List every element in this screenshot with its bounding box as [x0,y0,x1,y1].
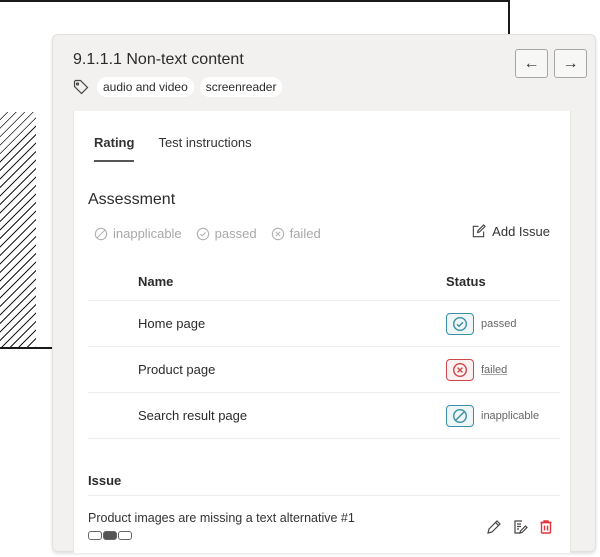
criterion-panel: 9.1.1.1 Non-text content audio and video… [52,34,596,553]
severity-segment [118,531,132,540]
option-failed[interactable]: failed [271,226,321,241]
page-name: Search result page [138,408,248,423]
issue-actions [486,519,554,535]
assessment-title: Assessment [88,191,176,208]
tab-rating[interactable]: Rating [94,135,135,162]
option-label: inapplicable [113,226,182,241]
add-issue-button[interactable]: Add Issue [471,224,550,239]
issue-item: Product images are missing a text altern… [88,511,560,540]
table-row: Product page failed [88,347,560,393]
status-cell: failed [446,358,507,381]
tab-test-instructions[interactable]: Test instructions [158,135,251,162]
option-label: failed [289,226,321,241]
table-row: Search result page inapplicable [88,393,560,439]
page-name: Home page [138,316,206,331]
option-inapplicable[interactable]: inapplicable [94,226,182,241]
background-hatch-pattern [0,112,36,349]
option-label: passed [214,226,257,241]
table-header: Name Status [88,263,560,301]
status-label: inapplicable [481,409,540,422]
tag-chip[interactable]: screenreader [199,77,283,97]
assessment-options: inapplicable passed failed [94,226,321,241]
status-toggle-button[interactable] [446,312,474,335]
status-toggle-button[interactable] [446,358,474,381]
slash-circle-icon [452,408,468,423]
severity-segment-active [103,531,117,540]
tag-chip[interactable]: audio and video [97,77,194,97]
rating-card: Rating Test instructions Assessment inap… [73,111,571,553]
severity-segment [88,531,102,540]
status-cell: inapplicable [446,404,540,427]
column-header-status: Status [446,274,486,289]
x-circle-icon [271,227,284,240]
check-circle-icon [196,227,209,240]
status-label: passed [481,317,517,330]
table-row: Home page passed [88,301,560,347]
tag-list: audio and video screenreader [73,77,283,97]
option-passed[interactable]: passed [196,226,257,241]
next-button[interactable]: → [554,49,587,78]
check-circle-icon [452,316,468,331]
previous-button[interactable]: ← [515,49,548,78]
criterion-navigation: ← → [515,49,587,78]
issue-section-title: Issue [88,473,560,496]
edit-square-icon [472,224,487,238]
status-label[interactable]: failed [481,364,507,376]
edit-document-icon[interactable] [512,519,528,535]
status-cell: passed [446,312,517,335]
edit-pencil-icon[interactable] [486,519,502,535]
slash-circle-icon [94,227,108,240]
pages-table: Name Status Home page passed Product pag… [88,263,560,439]
status-toggle-button[interactable] [446,404,474,427]
x-circle-icon [452,362,468,377]
add-issue-label: Add Issue [492,224,550,239]
tag-icon [73,79,89,95]
delete-trash-icon[interactable] [538,519,554,535]
column-header-name: Name [138,274,174,289]
tab-bar: Rating Test instructions [94,135,252,162]
page-name: Product page [138,362,216,377]
criterion-title: 9.1.1.1 Non-text content [73,51,244,68]
